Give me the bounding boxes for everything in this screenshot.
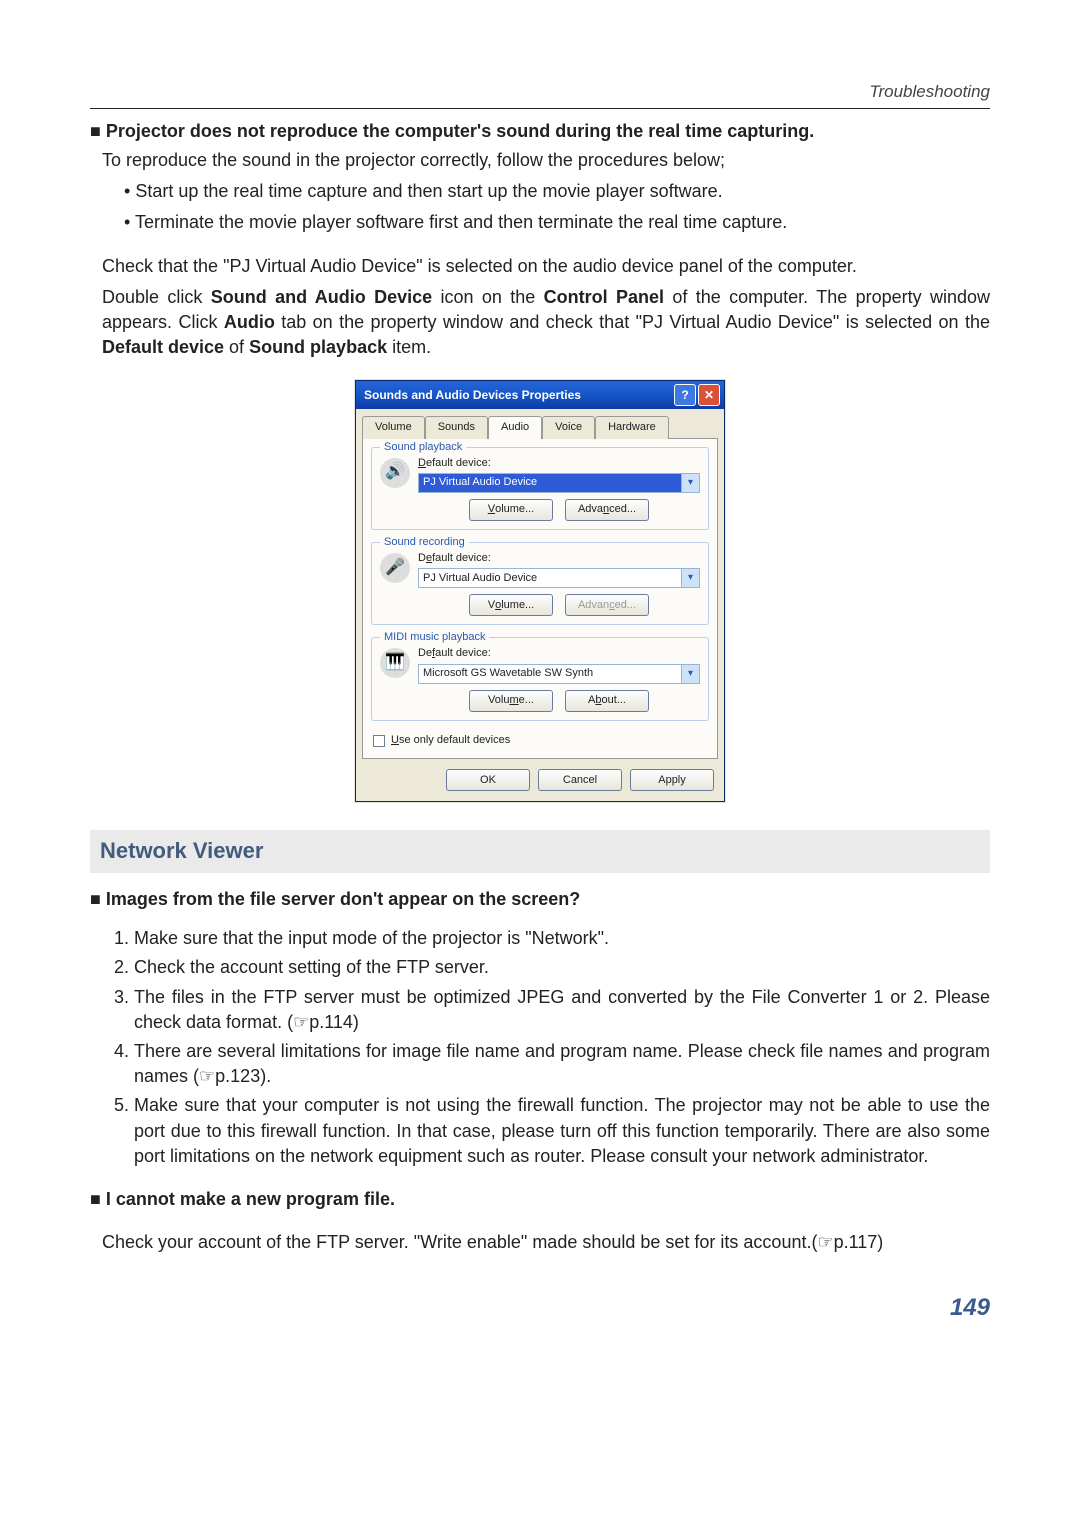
list-item: Make sure that the input mode of the pro… bbox=[134, 926, 990, 951]
group-title: Sound recording bbox=[380, 535, 469, 550]
default-device-label: Default device: bbox=[418, 551, 700, 566]
checkbox-icon[interactable] bbox=[373, 735, 385, 747]
text-bold: Sound and Audio Device bbox=[211, 287, 432, 307]
volume-button[interactable]: Volume... bbox=[469, 594, 553, 616]
page-number: 149 bbox=[90, 1291, 990, 1325]
bullet-item: Start up the real time capture and then … bbox=[124, 179, 990, 204]
midi-device-select[interactable]: Microsoft GS Wavetable SW Synth ▾ bbox=[418, 664, 700, 684]
header-section: Troubleshooting bbox=[90, 80, 990, 109]
recording-device-select[interactable]: PJ Virtual Audio Device ▾ bbox=[418, 568, 700, 588]
tab-body: Sound playback 🔊 Default device: PJ Virt… bbox=[362, 438, 718, 760]
tab-hardware[interactable]: Hardware bbox=[595, 416, 669, 438]
tab-audio[interactable]: Audio bbox=[488, 416, 542, 438]
chevron-down-icon: ▾ bbox=[681, 569, 699, 587]
text: of bbox=[224, 337, 249, 357]
text: Double click bbox=[102, 287, 211, 307]
select-value: Microsoft GS Wavetable SW Synth bbox=[423, 666, 593, 681]
tab-strip: Volume Sounds Audio Voice Hardware bbox=[356, 409, 724, 437]
issue-intro: To reproduce the sound in the projector … bbox=[90, 148, 990, 173]
midi-icon: 🎹 bbox=[380, 648, 410, 678]
dialog-footer: OK Cancel Apply bbox=[356, 759, 724, 801]
viewer-q2: I cannot make a new program file. bbox=[90, 1187, 990, 1212]
text: tab on the property window and check tha… bbox=[275, 312, 990, 332]
ok-button[interactable]: OK bbox=[446, 769, 530, 791]
group-title: Sound playback bbox=[380, 440, 466, 455]
select-value: PJ Virtual Audio Device bbox=[423, 475, 537, 490]
cancel-button[interactable]: Cancel bbox=[538, 769, 622, 791]
text-bold: Sound playback bbox=[249, 337, 387, 357]
section-heading: Network Viewer bbox=[90, 830, 990, 873]
dialog-title: Sounds and Audio Devices Properties bbox=[364, 387, 581, 404]
chevron-down-icon: ▾ bbox=[681, 665, 699, 683]
issue-title: Projector does not reproduce the compute… bbox=[90, 119, 990, 144]
speaker-icon: 🔊 bbox=[380, 458, 410, 488]
microphone-icon: 🎤 bbox=[380, 553, 410, 583]
list-item: The files in the FTP server must be opti… bbox=[134, 985, 990, 1035]
numbered-list: Make sure that the input mode of the pro… bbox=[90, 926, 990, 1169]
text-bold: Audio bbox=[224, 312, 275, 332]
playback-device-select[interactable]: PJ Virtual Audio Device ▾ bbox=[418, 473, 700, 493]
paragraph: Check your account of the FTP server. "W… bbox=[90, 1230, 990, 1255]
bullet-item: Terminate the movie player software firs… bbox=[124, 210, 990, 235]
text-bold: Control Panel bbox=[544, 287, 664, 307]
close-button[interactable]: ✕ bbox=[698, 384, 720, 406]
group-recording: Sound recording 🎤 Default device: PJ Vir… bbox=[371, 542, 709, 625]
text: item. bbox=[387, 337, 431, 357]
volume-button[interactable]: Volume... bbox=[469, 499, 553, 521]
xp-dialog: Sounds and Audio Devices Properties ? ✕ … bbox=[355, 380, 725, 802]
select-value: PJ Virtual Audio Device bbox=[423, 571, 537, 586]
advanced-button[interactable]: Advanced... bbox=[565, 499, 649, 521]
about-button[interactable]: About... bbox=[565, 690, 649, 712]
group-title: MIDI music playback bbox=[380, 630, 489, 645]
chevron-down-icon: ▾ bbox=[681, 474, 699, 492]
viewer-q1: Images from the file server don't appear… bbox=[90, 887, 990, 912]
volume-button[interactable]: Volume... bbox=[469, 690, 553, 712]
list-item: Make sure that your computer is not usin… bbox=[134, 1093, 990, 1169]
text: icon on the bbox=[432, 287, 543, 307]
bullet-list: Start up the real time capture and then … bbox=[90, 179, 990, 235]
tab-volume[interactable]: Volume bbox=[362, 416, 425, 438]
text-bold: Default device bbox=[102, 337, 224, 357]
tab-voice[interactable]: Voice bbox=[542, 416, 595, 438]
group-playback: Sound playback 🔊 Default device: PJ Virt… bbox=[371, 447, 709, 530]
apply-button[interactable]: Apply bbox=[630, 769, 714, 791]
paragraph: Check that the "PJ Virtual Audio Device"… bbox=[90, 254, 990, 279]
dialog-illustration: Sounds and Audio Devices Properties ? ✕ … bbox=[90, 380, 990, 802]
default-device-label: Default device: bbox=[418, 646, 700, 661]
list-item: There are several limitations for image … bbox=[134, 1039, 990, 1089]
checkbox-label: Use only default devices bbox=[391, 733, 510, 748]
default-device-label: Default device: bbox=[418, 456, 700, 471]
dialog-titlebar: Sounds and Audio Devices Properties ? ✕ bbox=[356, 381, 724, 409]
group-midi: MIDI music playback 🎹 Default device: Mi… bbox=[371, 637, 709, 720]
paragraph: Double click Sound and Audio Device icon… bbox=[90, 285, 990, 361]
advanced-button-disabled: Advanced... bbox=[565, 594, 649, 616]
tab-sounds[interactable]: Sounds bbox=[425, 416, 488, 438]
list-item: Check the account setting of the FTP ser… bbox=[134, 955, 990, 980]
use-default-checkbox-row[interactable]: Use only default devices bbox=[373, 733, 707, 748]
help-button[interactable]: ? bbox=[674, 384, 696, 406]
